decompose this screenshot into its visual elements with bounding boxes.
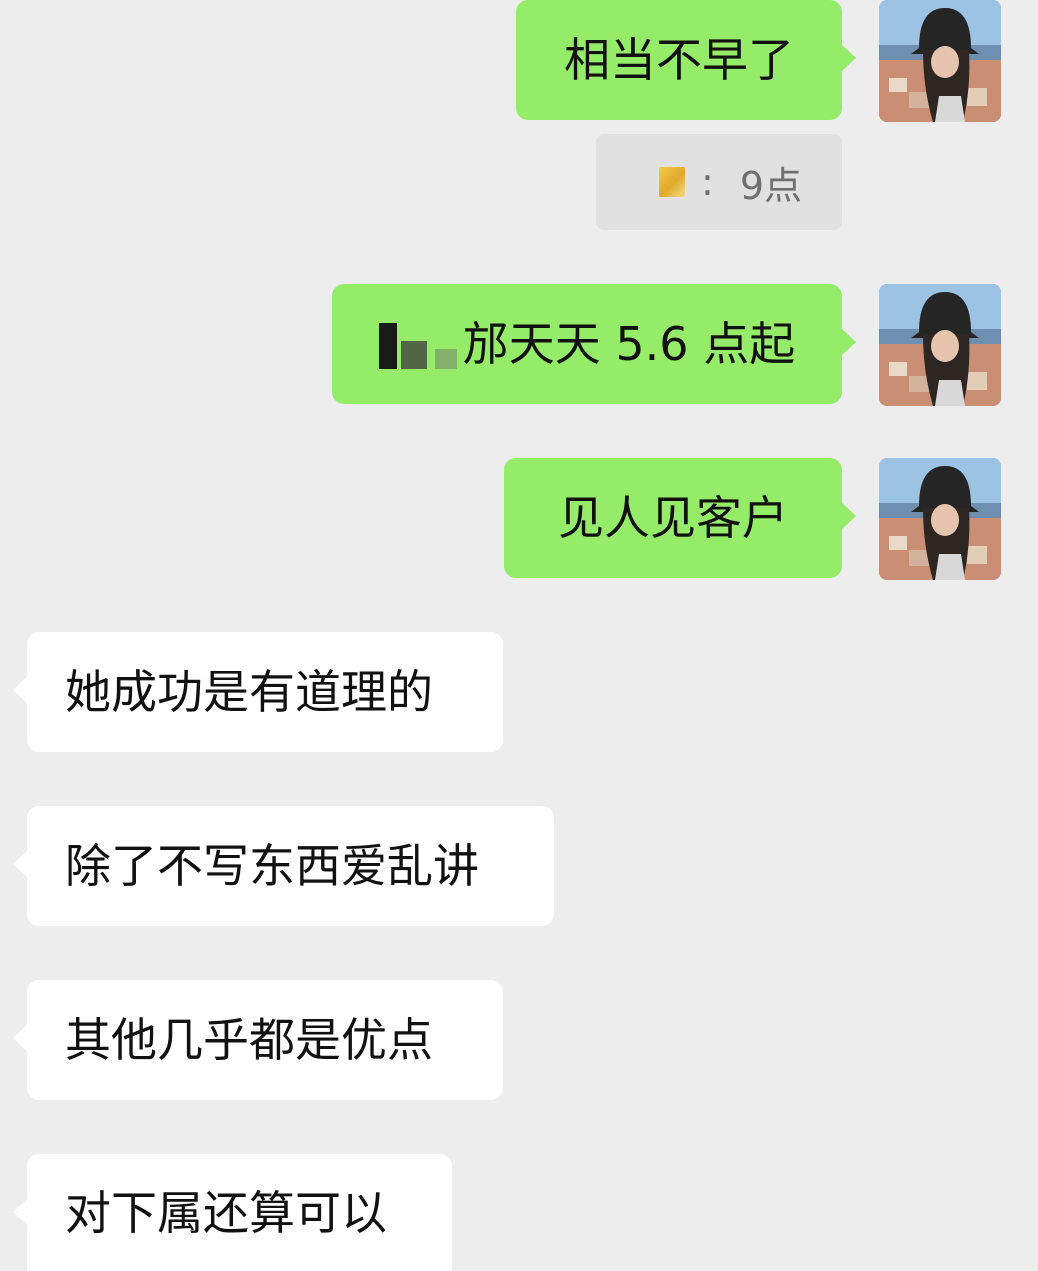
censored-mosaic-icon: [378, 319, 457, 369]
message-bubble-received[interactable]: 她成功是有道理的: [13, 632, 503, 752]
my-avatar[interactable]: [879, 284, 1001, 406]
my-avatar[interactable]: [879, 0, 1001, 122]
message-text: 除了不写东西爱乱讲: [65, 839, 479, 893]
quote-separator: :: [701, 160, 714, 204]
message-text: 相当不早了: [564, 33, 794, 87]
message-text: 见人见客户: [558, 491, 788, 545]
message-bubble-sent[interactable]: 见人见客户: [504, 458, 856, 578]
message-text: 邡天天 5.6 点起: [462, 317, 796, 371]
message-bubble-received[interactable]: 其他几乎都是优点: [13, 980, 503, 1100]
message-bubble-sent[interactable]: 邡天天 5.6 点起: [332, 284, 856, 404]
message-text: 其他几乎都是优点: [65, 1013, 433, 1067]
avatar-photo-icon: [879, 458, 1001, 580]
message-bubble-received[interactable]: 对下属还算可以: [13, 1154, 452, 1271]
message-bubble-sent[interactable]: 相当不早了: [516, 0, 856, 120]
chat-window: 相当不早了 : 9点 邡天天 5.6 点起 见人见客户 她成功是有道理的 除了不…: [0, 0, 1038, 1271]
quote-text: 9点: [739, 163, 802, 208]
avatar-photo-icon: [879, 0, 1001, 122]
my-avatar[interactable]: [879, 458, 1001, 580]
message-bubble-received[interactable]: 除了不写东西爱乱讲: [13, 806, 554, 926]
message-text: 她成功是有道理的: [65, 665, 433, 719]
avatar-photo-icon: [879, 284, 1001, 406]
message-text: 对下属还算可以: [65, 1185, 387, 1240]
quoted-message[interactable]: : 9点: [596, 134, 842, 230]
blurred-sender-icon: [659, 167, 685, 197]
